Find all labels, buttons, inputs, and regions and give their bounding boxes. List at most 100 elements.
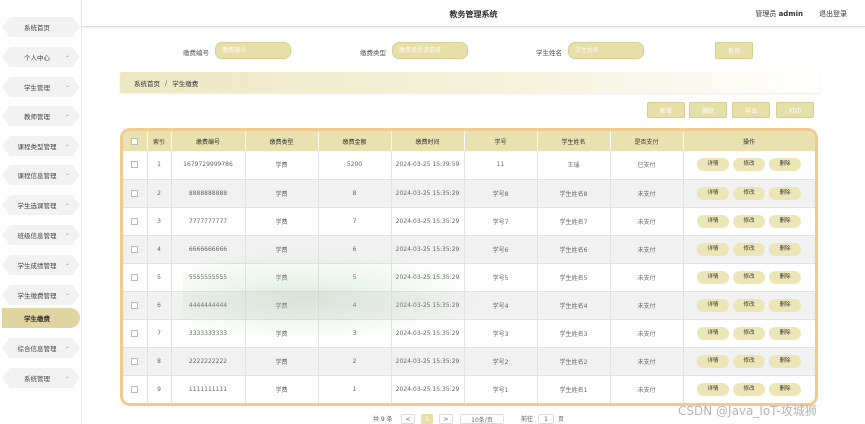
page-size-select[interactable]: 10条/页 [460,414,504,424]
row-actions-cell: 详情 修改 删除 [683,291,815,320]
select-all-checkbox[interactable] [131,137,139,145]
breadcrumb-separator: / [165,78,168,87]
edit-button[interactable]: 修改 [733,270,765,284]
edit-button[interactable]: 修改 [733,354,765,368]
detail-button[interactable]: 详情 [697,298,729,312]
chevron-down-icon: ⌄ [64,373,70,380]
detail-button[interactable]: 详情 [697,326,729,340]
edit-button[interactable]: 修改 [733,382,765,396]
row-actions-cell: 详情 修改 删除 [683,263,815,292]
sidebar-item[interactable]: 系统管理 ⌄ [2,368,80,388]
table-row[interactable]: 2 8888888888 学费 8 2024-03-25 15:35:29 学号8 学生姓名… [123,179,815,208]
cell-paid: 未支付 [610,291,684,320]
edit-button[interactable]: 修改 [733,242,765,256]
row-checkbox[interactable] [131,189,139,197]
cell-amount: 3 [318,319,392,348]
delete-button[interactable]: 删除 [769,298,801,312]
fee-type-select[interactable] [392,42,468,59]
cell-type: 学费 [245,151,319,180]
table-row[interactable]: 1 1679729999786 学费 5200 2024-03-25 15:39:59 1… [123,151,815,180]
sidebar-item[interactable]: 班级信息管理 ⌄ [2,225,80,245]
detail-button[interactable]: 详情 [697,158,729,172]
row-select-cell [123,263,148,292]
edit-button[interactable]: 修改 [733,326,765,340]
cell-student-no: 学号4 [464,291,538,320]
sidebar-item-label: 个人中心 [24,54,50,62]
sidebar-item[interactable]: 个人中心 ⌄ [2,47,80,67]
cell-student-name: 王瑞 [537,151,611,180]
sidebar-item[interactable]: 学生管理 ⌄ [2,77,80,97]
row-checkbox[interactable] [131,301,139,309]
cell-fee-no: 6666666666 [171,235,246,264]
row-checkbox[interactable] [131,273,139,281]
detail-button[interactable]: 详情 [697,214,729,228]
cell-time: 2024-03-25 15:35:29 [391,263,465,292]
fee-table: 索引 缴费编号 缴费类型 缴费金额 缴费时间 学号 学生姓名 是否支付 操作 1… [123,131,815,403]
sidebar-item[interactable]: 综合信息管理 ⌄ [2,338,80,358]
sidebar-item[interactable]: 学生成绩管理 ⌄ [2,255,80,275]
batch-delete-button[interactable]: 删除 [689,102,727,118]
cell-index: 8 [147,347,172,376]
print-button[interactable]: 打印 [776,102,814,118]
table-row[interactable]: 6 4444444444 学费 4 2024-03-25 15:35:29 学号4 学生姓名… [123,291,815,320]
sidebar-item-label: 课程类型管理 [17,143,57,151]
edit-button[interactable]: 修改 [733,298,765,312]
cell-amount: 2 [318,347,392,376]
detail-button[interactable]: 详情 [697,354,729,368]
goto-page-input[interactable]: 1 [538,414,554,424]
edit-button[interactable]: 修改 [733,186,765,200]
row-checkbox[interactable] [131,385,139,393]
detail-button[interactable]: 详情 [697,270,729,284]
table-row[interactable]: 8 2222222222 学费 2 2024-03-25 15:35:29 学号2 学生姓名… [123,347,815,376]
column-header: 学生姓名 [537,131,611,151]
sidebar-item[interactable]: 系统首页 [2,17,80,37]
row-checkbox[interactable] [131,217,139,225]
table-row[interactable]: 3 7777777777 学费 7 2024-03-25 15:35:29 学号7 学生姓名… [123,207,815,236]
row-select-cell [123,179,148,208]
delete-button[interactable]: 删除 [769,214,801,228]
row-checkbox[interactable] [131,161,139,169]
sidebar-item[interactable]: 课程信息管理 ⌄ [2,165,80,185]
delete-button[interactable]: 删除 [769,158,801,172]
add-button[interactable]: 新增 [647,102,685,118]
row-checkbox[interactable] [131,245,139,253]
cell-paid: 未支付 [610,179,684,208]
current-page[interactable]: 1 [421,414,433,424]
select-all-header[interactable] [123,131,148,151]
table-row[interactable]: 5 5555555555 学费 5 2024-03-25 15:35:29 学号5 学生姓名… [123,263,815,292]
delete-button[interactable]: 删除 [769,326,801,340]
edit-button[interactable]: 修改 [733,214,765,228]
table-row[interactable]: 4 6666666666 学费 6 2024-03-25 15:35:29 学号6 学生姓名… [123,235,815,264]
breadcrumb-home[interactable]: 系统首页 [134,78,160,88]
fee-no-input[interactable] [215,42,291,59]
cell-fee-no: 5555555555 [171,263,246,292]
chevron-down-icon: ⌄ [64,52,70,59]
delete-button[interactable]: 删除 [769,242,801,256]
sidebar-item[interactable]: 学生缴费管理 ⌄ [2,285,80,305]
table-row[interactable]: 9 1111111111 学费 1 2024-03-25 15:35:29 学号1 学生姓名… [123,375,815,403]
row-checkbox[interactable] [131,329,139,337]
logout-link[interactable]: 退出登录 [819,9,847,19]
user-info: 管理员 admin [755,9,803,19]
delete-button[interactable]: 删除 [769,354,801,368]
detail-button[interactable]: 详情 [697,382,729,396]
delete-button[interactable]: 删除 [769,382,801,396]
export-button[interactable]: 导出 [732,102,770,118]
detail-button[interactable]: 详情 [697,242,729,256]
delete-button[interactable]: 删除 [769,270,801,284]
next-page-button[interactable]: > [439,414,453,424]
student-name-input[interactable] [568,42,644,59]
query-button[interactable]: 查询 [715,42,753,59]
sidebar-item[interactable]: 学生缴费 [2,308,80,328]
edit-button[interactable]: 修改 [733,158,765,172]
delete-button[interactable]: 删除 [769,186,801,200]
row-checkbox[interactable] [131,357,139,365]
cell-amount: 7 [318,207,392,236]
prev-page-button[interactable]: < [401,414,415,424]
sidebar-item[interactable]: 学生选课管理 ⌄ [2,195,80,215]
sidebar-item[interactable]: 教师管理 ⌄ [2,106,80,126]
sidebar-item[interactable]: 课程类型管理 ⌄ [2,136,80,156]
table-row[interactable]: 7 3333333333 学费 3 2024-03-25 15:35:29 学号3 学生姓名… [123,319,815,348]
detail-button[interactable]: 详情 [697,186,729,200]
row-actions-cell: 详情 修改 删除 [683,151,815,180]
